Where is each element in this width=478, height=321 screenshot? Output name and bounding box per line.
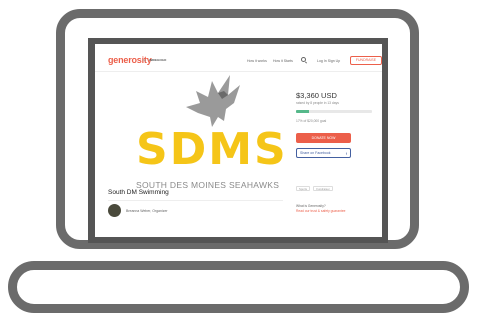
logo-by: by [143, 58, 147, 62]
campaign-hero-image: SDMS SOUTH DES MOINES SEAHAWKS [133, 73, 286, 197]
facebook-icon: f [345, 151, 347, 156]
share-facebook-button[interactable]: Share on Facebook f [296, 148, 351, 158]
amount-raised: $3,360 USD [296, 91, 337, 100]
laptop-base [8, 261, 469, 313]
divider [108, 200, 283, 201]
tag-fundraiser[interactable]: Fundraiser [313, 186, 333, 191]
campaign-title: South DM Swimming [108, 189, 169, 196]
avatar[interactable] [108, 204, 121, 217]
nav-login-signup[interactable]: Log In Sign Up [317, 59, 340, 63]
logo-brand: INDIEGOGO [149, 58, 167, 62]
donate-button[interactable]: DONATE NOW [296, 133, 351, 143]
sdms-logo-text: SDMS [136, 124, 288, 175]
guarantee-link[interactable]: Read our trust & safety guarantee [296, 209, 345, 213]
nav-how-it-works[interactable]: How it works [247, 59, 267, 63]
progress-fill [296, 110, 309, 113]
browser-viewport: generosity by INDIEGOGO How it works How… [95, 44, 382, 237]
nav-how-it-starts[interactable]: How it Starts [273, 59, 293, 63]
share-label: Share on Facebook [300, 151, 331, 155]
search-icon[interactable] [301, 57, 306, 62]
what-is-link[interactable]: What is Generosity? [296, 204, 326, 208]
fundraise-button[interactable]: FUNDRAISE [350, 56, 382, 65]
goal-note: 17% of $20,000 goal [296, 119, 327, 123]
seahawk-icon [186, 75, 240, 127]
tag-sports[interactable]: Sports [296, 186, 310, 191]
organizer-name[interactable]: Breanna Weber, Organizer [126, 209, 168, 213]
raised-note: raised by 8 people in 13 days [296, 101, 339, 105]
progress-bar [296, 110, 372, 113]
site-header: generosity by INDIEGOGO How it works How… [95, 44, 382, 72]
